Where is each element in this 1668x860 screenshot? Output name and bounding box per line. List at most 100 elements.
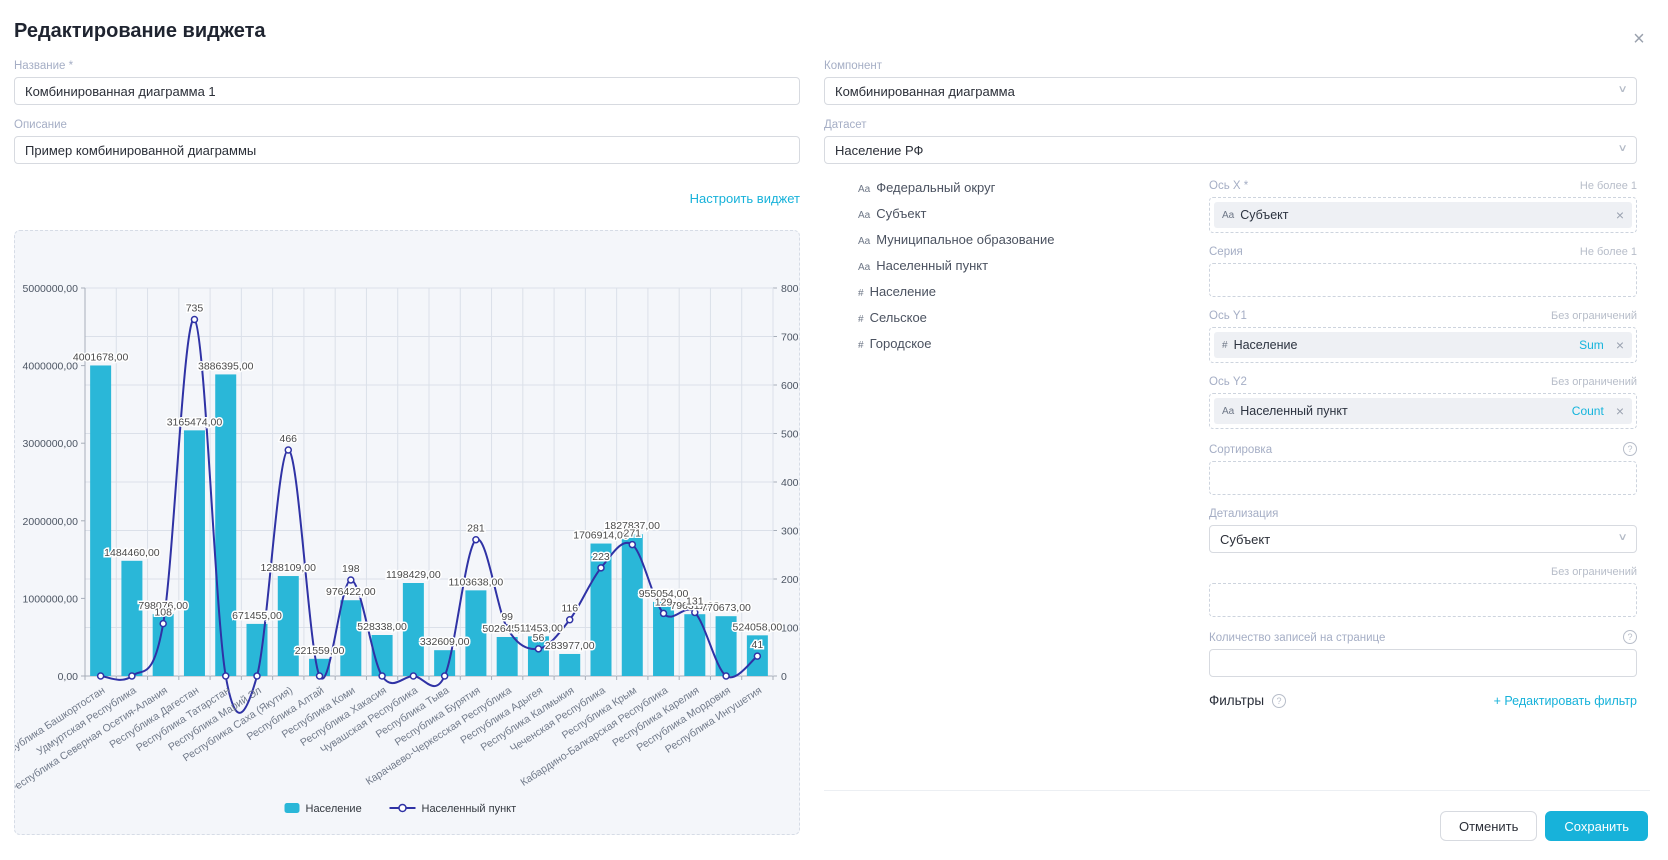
left-column: Название * Описание Настроить виджет 0,0…: [14, 60, 800, 835]
dataset-field-item[interactable]: #Население: [858, 284, 1138, 299]
svg-text:1198429,00: 1198429,00: [386, 569, 441, 581]
dataset-field-item[interactable]: AaСубъект: [858, 206, 1138, 221]
dataset-field-item[interactable]: AaМуниципальное образование: [858, 232, 1138, 247]
axis-x-dropzone[interactable]: Aa Субъект ×: [1209, 197, 1637, 233]
detail-extra-limit: Без ограничений: [1551, 566, 1637, 578]
axis-y1-label: Ось Y1: [1209, 310, 1247, 322]
svg-text:3000000,00: 3000000,00: [23, 438, 79, 450]
sorting-label: Сортировка: [1209, 444, 1272, 456]
description-input[interactable]: [14, 136, 800, 164]
series-limit: Не более 1: [1580, 246, 1637, 258]
dialog-title: Редактирование виджета: [14, 20, 266, 43]
field-type-icon: Aa: [858, 210, 870, 221]
svg-text:0,00: 0,00: [58, 671, 79, 683]
close-icon[interactable]: ×: [1626, 26, 1652, 52]
combo-chart: 0,00 1000000,00 2000000,00 3000000,00 400000…: [15, 231, 799, 834]
chart-preview-panel: 0,00 1000000,00 2000000,00 3000000,00 400000…: [14, 230, 800, 835]
dataset-field-item[interactable]: #Городское: [858, 336, 1138, 351]
field-type-icon: Aa: [858, 184, 870, 195]
dataset-field-item[interactable]: AaФедеральный округ: [858, 180, 1138, 195]
chevron-down-icon: ∨: [1617, 532, 1627, 543]
svg-text:600: 600: [781, 380, 799, 392]
series-dropzone[interactable]: [1209, 263, 1637, 297]
svg-text:Население: Население: [306, 803, 362, 815]
axis-x-chip: Aa Субъект ×: [1214, 202, 1632, 228]
svg-text:200: 200: [781, 574, 799, 586]
field-type-icon: Aa: [1222, 406, 1234, 417]
detail-value: Субъект: [1220, 532, 1270, 547]
detail-dropzone[interactable]: [1209, 583, 1637, 617]
svg-text:1484460,00: 1484460,00: [104, 547, 160, 559]
chevron-down-icon: ∨: [1617, 84, 1627, 95]
axis-y2-label: Ось Y2: [1209, 376, 1247, 388]
chevron-down-icon: ∨: [1617, 143, 1627, 154]
svg-text:800: 800: [781, 283, 799, 295]
svg-text:221559,00: 221559,00: [295, 645, 345, 657]
axis-y2-limit: Без ограничений: [1551, 376, 1637, 388]
svg-text:108: 108: [154, 607, 172, 619]
right-column: Компонент Комбинированная диаграмма ∨ Да…: [824, 60, 1637, 708]
widget-config-column: Ось X * Не более 1 Aa Субъект × Серия Не…: [1209, 180, 1637, 708]
field-type-icon: #: [858, 288, 864, 299]
svg-text:700: 700: [781, 332, 799, 344]
remove-icon[interactable]: ×: [1616, 338, 1624, 352]
series-label: Серия: [1209, 246, 1243, 258]
component-select[interactable]: Комбинированная диаграмма ∨: [824, 77, 1637, 105]
svg-text:223: 223: [592, 551, 610, 563]
svg-text:332609,00: 332609,00: [420, 636, 470, 648]
remove-icon[interactable]: ×: [1616, 404, 1624, 418]
configure-widget-link[interactable]: Настроить виджет: [690, 191, 800, 206]
sorting-dropzone[interactable]: [1209, 461, 1637, 495]
dataset-value: Население РФ: [835, 143, 923, 158]
axis-y1-chip: # Население Sum ×: [1214, 332, 1632, 358]
svg-text:1288109,00: 1288109,00: [261, 562, 317, 574]
svg-text:2000000,00: 2000000,00: [23, 516, 79, 528]
svg-text:466: 466: [280, 433, 298, 445]
name-label: Название *: [14, 60, 800, 72]
dataset-field-item[interactable]: AaНаселенный пункт: [858, 258, 1138, 273]
svg-text:283977,00: 283977,00: [545, 640, 595, 652]
svg-text:116: 116: [561, 603, 578, 615]
edit-widget-dialog: Редактирование виджета × Название * Опис…: [0, 0, 1668, 860]
aggregation-selector[interactable]: Sum: [1579, 338, 1604, 352]
svg-text:528338,00: 528338,00: [357, 621, 407, 633]
svg-text:1000000,00: 1000000,00: [23, 593, 79, 605]
remove-icon[interactable]: ×: [1616, 208, 1624, 222]
description-label: Описание: [14, 119, 800, 131]
save-button[interactable]: Сохранить: [1545, 811, 1648, 841]
dataset-select[interactable]: Население РФ ∨: [824, 136, 1637, 164]
svg-text:735: 735: [186, 303, 204, 315]
field-type-icon: #: [858, 340, 864, 351]
svg-text:1103638,00: 1103638,00: [449, 576, 504, 588]
svg-text:770673,00: 770673,00: [701, 602, 751, 614]
svg-text:4000000,00: 4000000,00: [23, 361, 79, 373]
edit-filter-link[interactable]: + Редактировать фильтр: [1494, 694, 1637, 708]
page-size-input[interactable]: [1209, 649, 1637, 677]
cancel-button[interactable]: Отменить: [1440, 811, 1537, 841]
svg-text:Населенный пункт: Населенный пункт: [422, 803, 517, 815]
axis-y1-dropzone[interactable]: # Население Sum ×: [1209, 327, 1637, 363]
field-type-icon: #: [858, 314, 864, 325]
page-size-label: Количество записей на странице: [1209, 632, 1385, 644]
svg-text:100: 100: [781, 623, 799, 635]
aggregation-selector[interactable]: Count: [1572, 404, 1604, 418]
dataset-field-list: AaФедеральный округ AaСубъект AaМуниципаль…: [858, 180, 1138, 362]
help-icon: ?: [1272, 694, 1286, 708]
svg-text:3165474,00: 3165474,00: [167, 416, 223, 428]
filters-label: Фильтры: [1209, 693, 1264, 708]
svg-text:500: 500: [781, 429, 799, 441]
axis-y1-limit: Без ограничений: [1551, 310, 1637, 322]
dataset-field-item[interactable]: #Сельское: [858, 310, 1138, 325]
name-input[interactable]: [14, 77, 800, 105]
component-label: Компонент: [824, 60, 1637, 72]
svg-text:524058,00: 524058,00: [733, 621, 783, 633]
svg-text:5000000,00: 5000000,00: [23, 283, 79, 295]
axis-x-label: Ось X *: [1209, 180, 1248, 192]
field-type-icon: #: [1222, 340, 1228, 351]
axis-y2-dropzone[interactable]: Aa Населенный пункт Count ×: [1209, 393, 1637, 429]
component-value: Комбинированная диаграмма: [835, 84, 1015, 99]
svg-text:3886395,00: 3886395,00: [198, 360, 254, 372]
detail-select[interactable]: Субъект ∨: [1209, 525, 1637, 553]
svg-text:41: 41: [752, 639, 764, 651]
svg-text:300: 300: [781, 526, 799, 538]
